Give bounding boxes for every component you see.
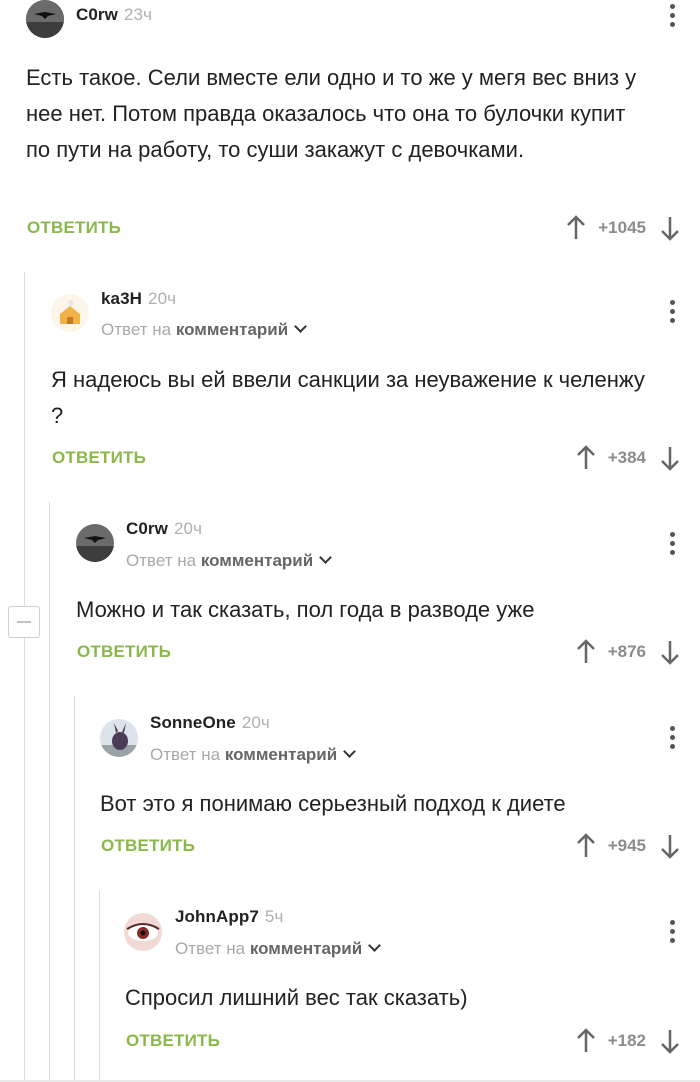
author-name[interactable]: JohnApp7 5ч [175,907,283,927]
rabbit-avatar [100,719,138,757]
arrow-up-icon[interactable] [576,639,596,665]
author-name-text[interactable]: SonneOne [150,713,236,732]
reply-to[interactable]: Ответ на комментарий [175,939,382,959]
eye-avatar [124,913,162,951]
reply-to-link[interactable]: комментарий [225,745,337,764]
avatar[interactable] [51,294,89,332]
arrow-down-icon[interactable] [660,639,680,665]
more-vertical-icon[interactable] [670,920,676,947]
reply-to-prefix: Ответ на [126,551,197,570]
reply-to[interactable]: Ответ на комментарий [126,551,333,571]
rating-score: +1045 [598,218,646,237]
author-name-text[interactable]: JohnApp7 [175,907,259,926]
crow-avatar [26,0,64,38]
arrow-down-icon[interactable] [660,215,680,241]
author-name[interactable]: C0rw 20ч [126,519,202,539]
rating: +384 [576,442,680,474]
reply-button[interactable]: ОТВЕТИТЬ [126,1031,220,1051]
rating-score: +182 [607,1031,646,1050]
rating: +876 [576,636,680,668]
thread-line-3 [74,696,75,1082]
crow-avatar [76,524,114,562]
more-vertical-icon[interactable] [670,300,676,327]
author-name-text[interactable]: C0rw [76,5,118,24]
reply-to[interactable]: Ответ на комментарий [101,320,308,340]
author-name[interactable]: ka3H 20ч [101,289,176,309]
arrow-down-icon[interactable] [660,1028,680,1054]
reply-to[interactable]: Ответ на комментарий [150,745,357,765]
more-vertical-icon[interactable] [670,4,676,31]
author-name[interactable]: SonneOne 20ч [150,713,270,733]
avatar[interactable] [76,524,114,562]
reply-button[interactable]: ОТВЕТИТЬ [52,448,146,468]
reply-to-link[interactable]: комментарий [176,320,288,339]
comment-time: 5ч [264,907,284,926]
chevron-down-icon[interactable] [343,745,357,758]
comment-text: Вот это я понимаю серьезный подход к дие… [100,791,566,816]
rating-score: +384 [607,448,646,467]
comment-text: Можно и так сказать, пол года в разводе … [76,597,535,622]
comment: C0rw 23ч Есть такое. Сели вместе ели одно… [0,0,700,260]
author-name-text[interactable]: ka3H [101,289,142,308]
comment-text: Спросил лишний вес так сказать) [125,985,468,1010]
reply-to-prefix: Ответ на [150,745,221,764]
arrow-up-icon[interactable] [576,445,596,471]
author-name-text[interactable]: C0rw [126,519,168,538]
reply-to-link[interactable]: комментарий [250,939,362,958]
rating: +182 [576,1025,680,1057]
chevron-down-icon[interactable] [294,320,308,333]
avatar[interactable] [124,913,162,951]
reply-button[interactable]: ОТВЕТИТЬ [101,836,195,856]
thread-line-1 [24,272,25,1082]
reply-to-link[interactable]: комментарий [201,551,313,570]
thread-line-4 [99,890,100,1082]
rating: +1045 [566,212,680,244]
rating-score: +945 [607,836,646,855]
house-avatar [51,294,89,332]
rating-score: +876 [607,642,646,661]
chevron-down-icon[interactable] [319,551,333,564]
more-vertical-icon[interactable] [670,532,676,559]
arrow-up-icon[interactable] [576,1028,596,1054]
reply-button[interactable]: ОТВЕТИТЬ [77,642,171,662]
comment-text: Есть такое. Сели вместе ели одно и то же… [26,65,637,162]
rating: +945 [576,830,680,862]
arrow-down-icon[interactable] [660,445,680,471]
comment-time: 20ч [173,519,203,538]
avatar[interactable] [100,719,138,757]
comment-text: Я надеюсь вы ей ввели санкции за неуваже… [51,367,645,428]
reply-button[interactable]: ОТВЕТИТЬ [27,218,121,238]
comment-time: 20ч [148,289,177,308]
chevron-down-icon[interactable] [368,939,382,952]
thread-line-2 [49,502,50,1082]
avatar[interactable] [26,0,64,38]
more-vertical-icon[interactable] [670,726,676,753]
reply-to-prefix: Ответ на [175,939,246,958]
arrow-up-icon[interactable] [576,833,596,859]
comment-time: 20ч [241,713,270,732]
arrow-down-icon[interactable] [660,833,680,859]
reply-to-prefix: Ответ на [101,320,172,339]
author-name[interactable]: C0rw 23ч [76,5,152,25]
collapse-thread-button[interactable] [8,606,40,638]
arrow-up-icon[interactable] [566,215,586,241]
comment-time: 23ч [123,5,153,24]
